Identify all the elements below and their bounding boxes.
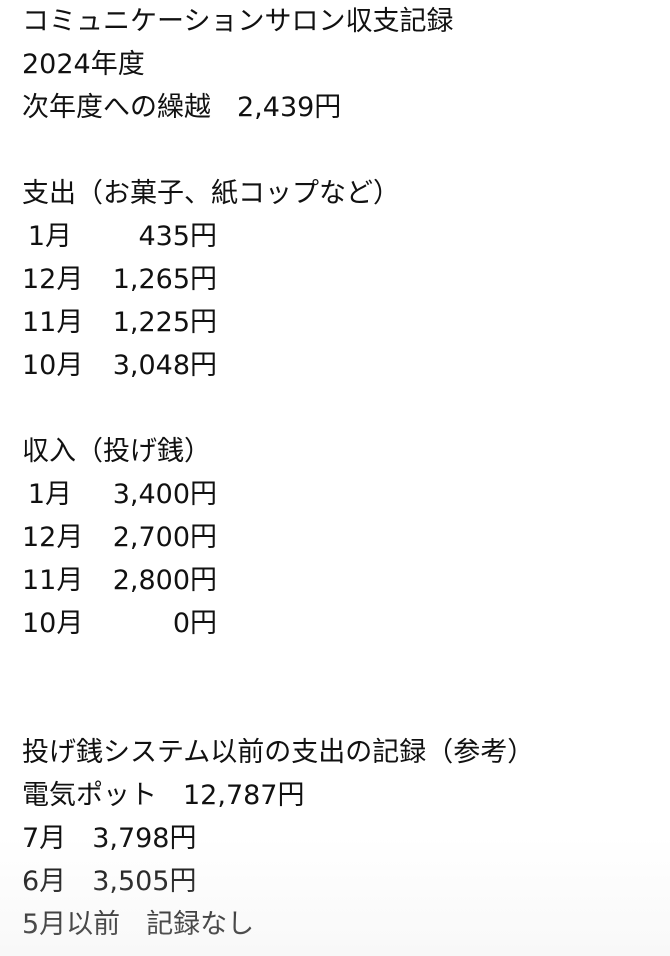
reference-label: 6月 [22,866,67,897]
reference-amount: 12,787円 [183,780,305,811]
reference-heading: 投げ銭システム以前の支出の記録（参考） [22,737,535,768]
document-body: コミュニケーションサロン収支記録 2024年度 次年度への繰越 2,439円 支… [22,0,662,946]
income-month: 12月 [22,522,84,553]
income-amount: 2,700円 [112,522,217,553]
income-row: 12月 2,700円 [22,516,662,559]
income-row: 10月 0円 [22,602,662,645]
income-amount: 3,400円 [112,479,217,510]
reference-row: 6月 3,505円 [22,860,662,903]
expense-month: 12月 [22,264,84,295]
expenses-heading: 支出（お菓子、紙コップなど） [22,178,400,209]
expense-amount: 435円 [138,221,217,252]
expense-month: 1月 [27,221,72,252]
page-title: コミュニケーションサロン収支記録 [22,6,454,37]
expense-month: 10月 [22,350,84,381]
income-row: 11月 2,800円 [22,559,662,602]
carryover-line: 次年度への繰越 2,439円 [22,86,662,129]
expense-row: 1月 435円 [22,215,662,258]
income-amount: 0円 [172,608,217,639]
income-heading: 収入（投げ銭） [22,436,211,467]
reference-label: 7月 [22,823,67,854]
reference-amount: 3,798円 [92,823,197,854]
reference-label: 電気ポット [22,780,157,811]
income-row: 1月 3,400円 [22,473,662,516]
income-month: 10月 [22,608,84,639]
carryover-label: 次年度への繰越 [22,92,211,123]
reference-row: 7月 3,798円 [22,817,662,860]
reference-label: 5月以前 [22,909,121,940]
reference-row: 5月以前 記録なし [22,903,662,946]
carryover-value: 2,439円 [237,92,342,123]
income-amount: 2,800円 [112,565,217,596]
expense-amount: 3,048円 [112,350,217,381]
reference-amount: 3,505円 [92,866,197,897]
fiscal-year: 2024年度 [22,49,145,80]
expense-row: 10月 3,048円 [22,344,662,387]
expense-row: 12月 1,265円 [22,258,662,301]
expense-amount: 1,225円 [112,307,217,338]
expense-row: 11月 1,225円 [22,301,662,344]
income-month: 1月 [27,479,72,510]
expense-month: 11月 [22,307,84,338]
reference-row: 電気ポット 12,787円 [22,774,662,817]
reference-amount: 記録なし [146,909,255,940]
expense-amount: 1,265円 [112,264,217,295]
income-month: 11月 [22,565,84,596]
